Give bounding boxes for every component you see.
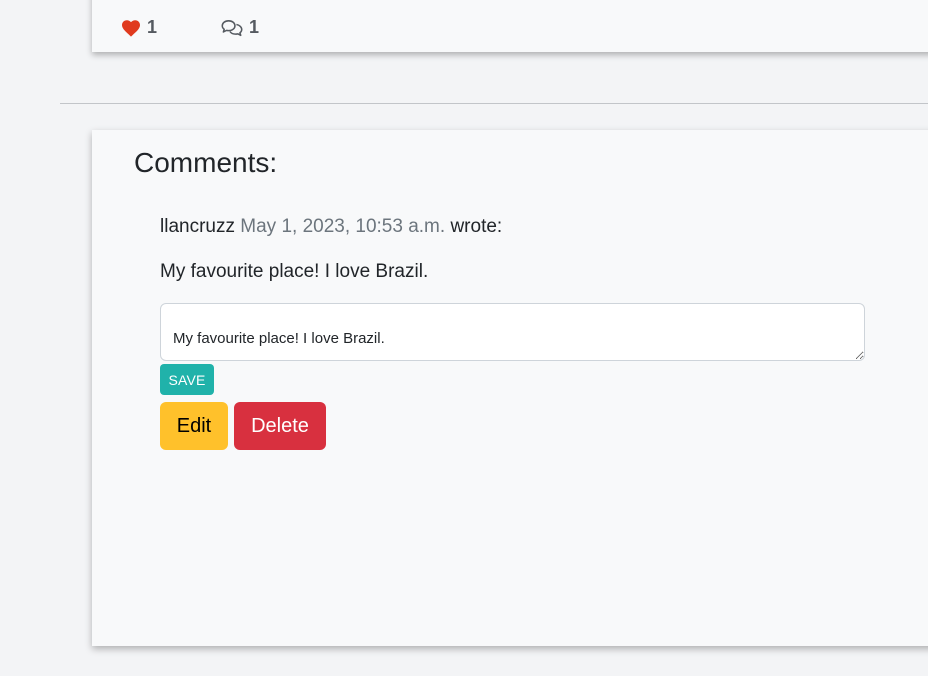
comments-heading: Comments: (134, 147, 278, 178)
like-button[interactable]: 1 (121, 17, 157, 38)
speech-bubbles-icon (221, 19, 249, 37)
comments-card: Comments: llancruzz May 1, 2023, 10:53 a… (92, 130, 928, 646)
comment-meta: llancruzz May 1, 2023, 10:53 a.m. wrote: (160, 216, 502, 238)
likes-count: 1 (147, 17, 158, 37)
comments-count-link[interactable]: 1 (221, 17, 259, 38)
comment-edit-textarea[interactable]: My favourite place! I love Brazil. (160, 303, 865, 361)
section-divider (60, 103, 928, 104)
heart-icon (121, 19, 147, 37)
comment-body: My favourite place! I love Brazil. (160, 261, 429, 282)
delete-button[interactable]: Delete (234, 402, 326, 450)
comment-wrote-label: wrote: (450, 216, 503, 237)
comment-author: llancruzz (160, 216, 235, 237)
save-button[interactable]: SAVE (160, 364, 214, 395)
post-card (92, 0, 928, 52)
edit-button[interactable]: Edit (160, 402, 228, 450)
comment-date: May 1, 2023, 10:53 a.m. (240, 216, 446, 237)
comments-count: 1 (249, 17, 260, 37)
